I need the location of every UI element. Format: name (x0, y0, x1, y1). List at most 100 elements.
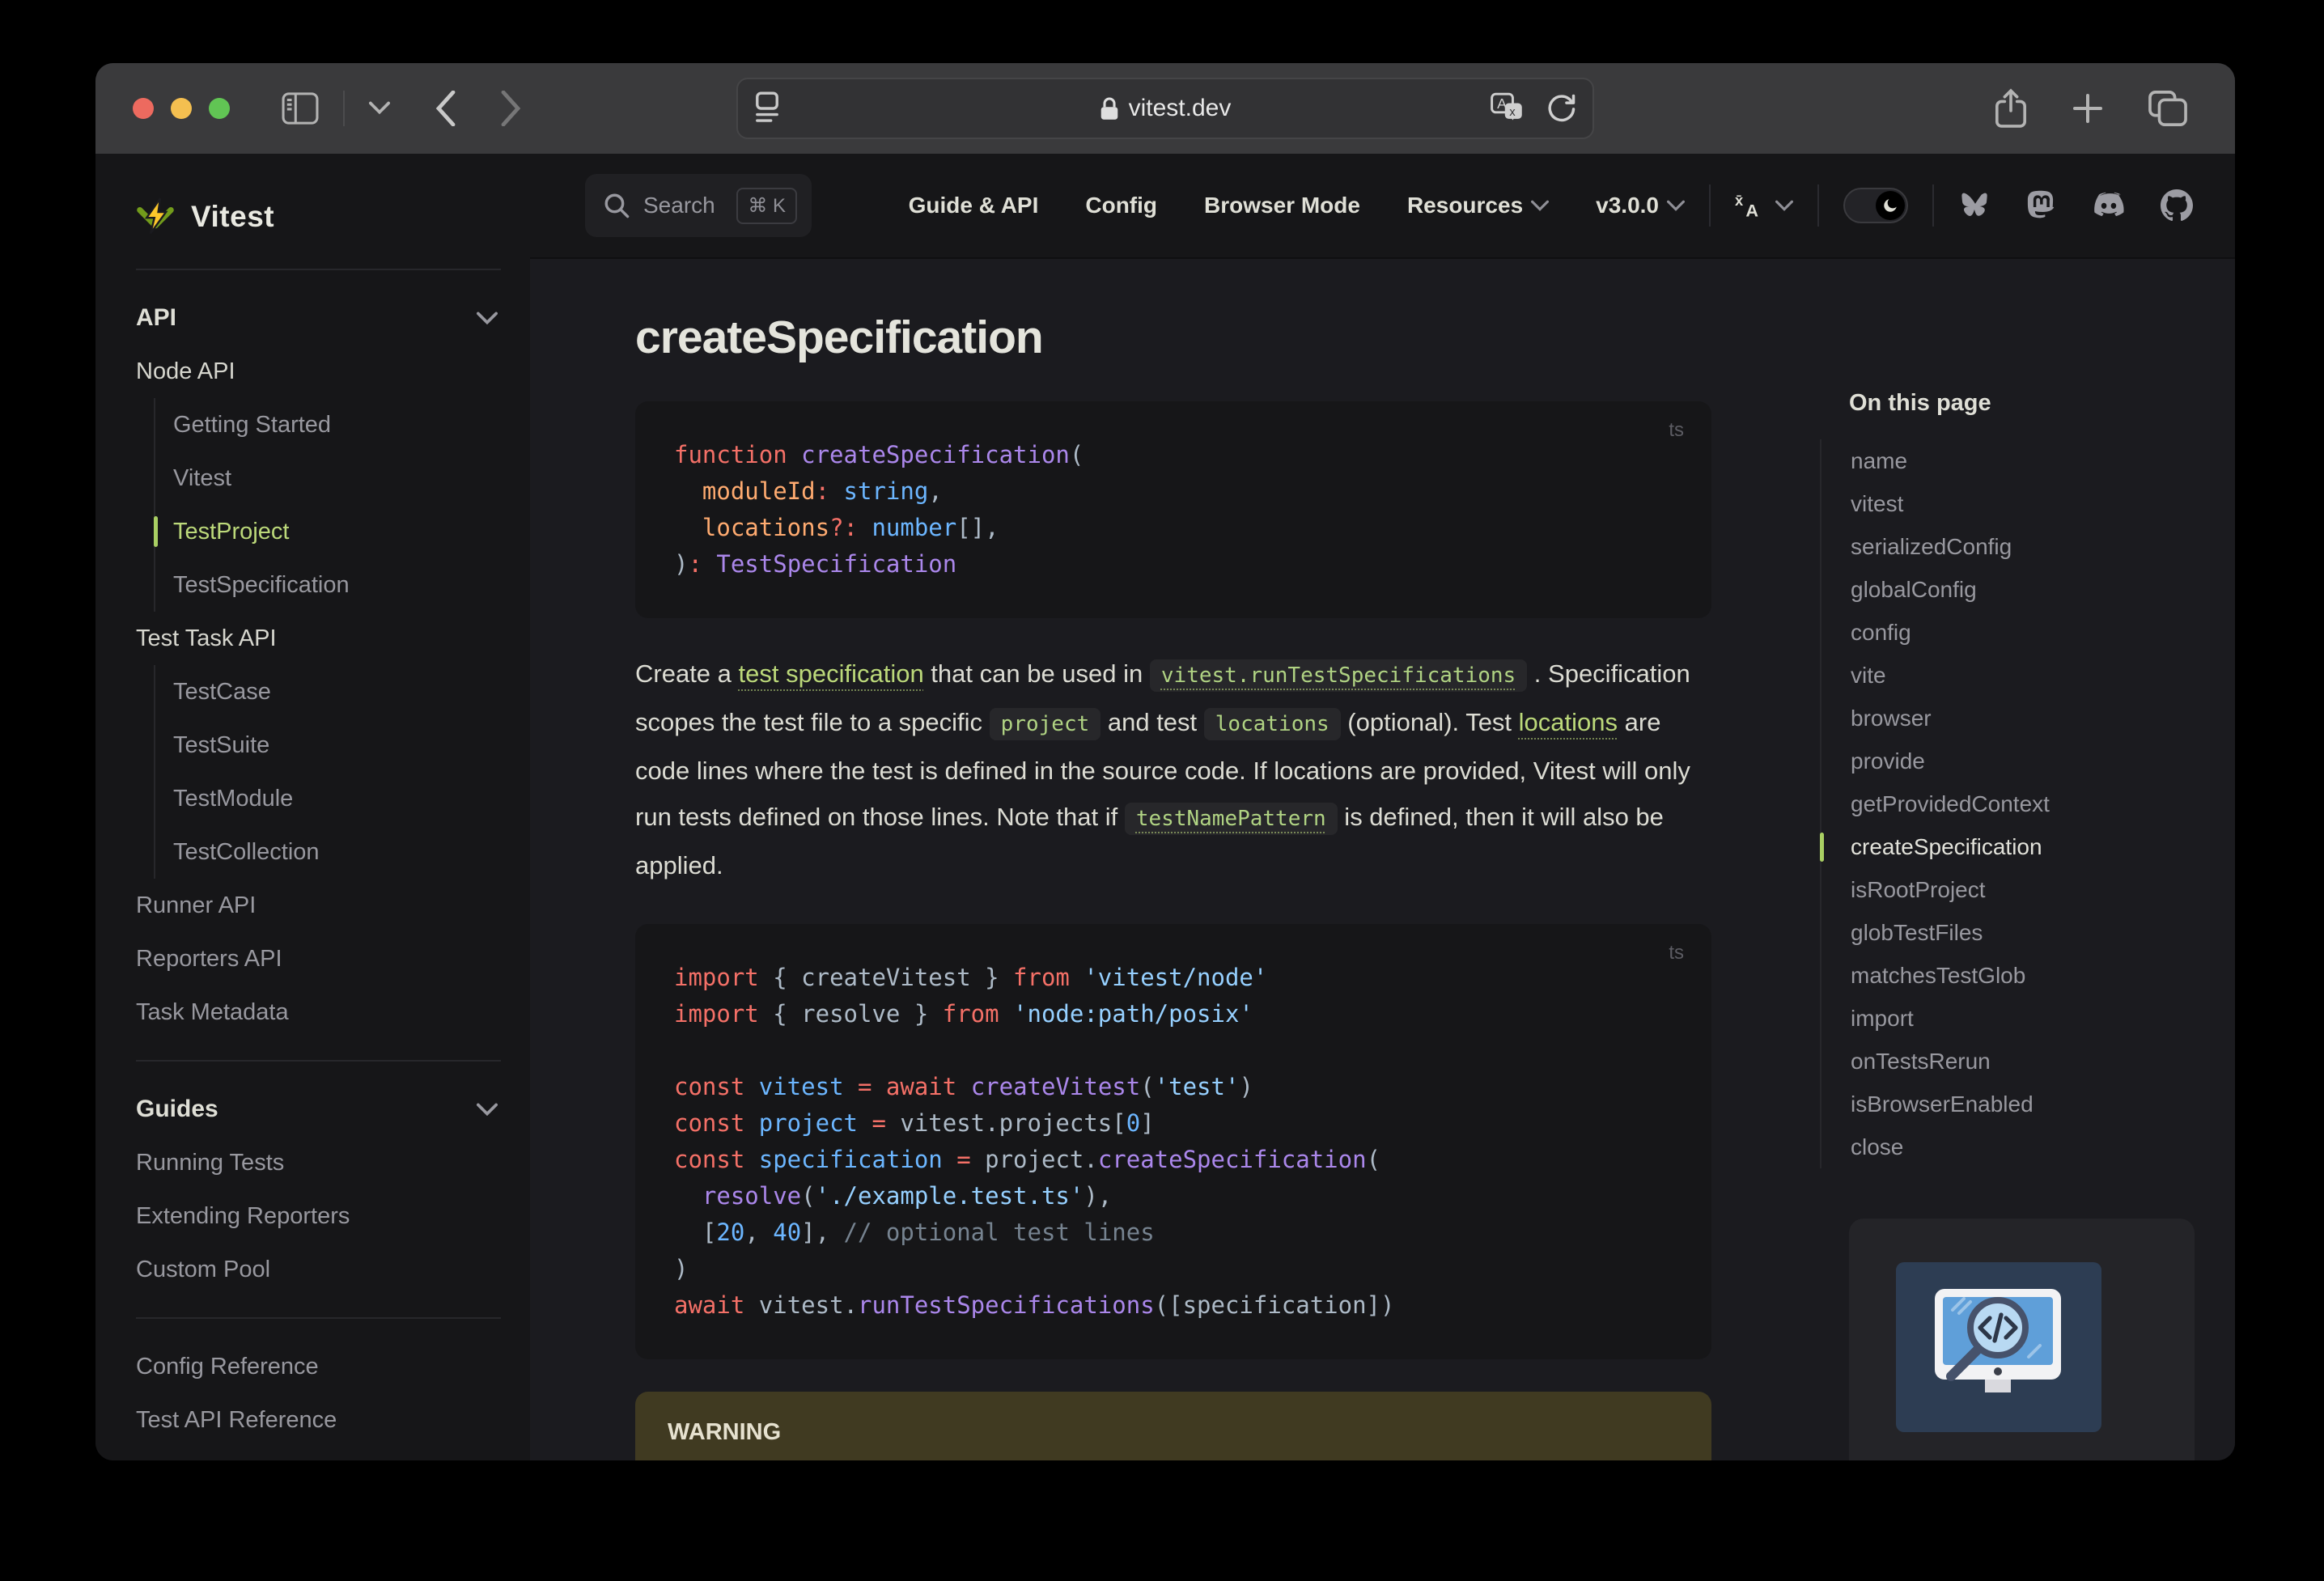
code-lang-badge: ts (1669, 942, 1684, 964)
sidebar-item-test-api-reference[interactable]: Test API Reference (136, 1393, 501, 1447)
toc-item-globalconfig[interactable]: globalConfig (1821, 568, 2200, 611)
toc-item-isrootproject[interactable]: isRootProject (1821, 868, 2200, 911)
sidebar-section-guides[interactable]: Guides (136, 1083, 501, 1136)
sidebar-section-api[interactable]: API (136, 291, 501, 345)
sidebar-item-test-task-api[interactable]: Test Task API (136, 612, 501, 665)
sidebar-divider (136, 1317, 501, 1319)
toc-item-provide[interactable]: provide (1821, 740, 2200, 782)
close-window-button[interactable] (133, 98, 154, 119)
toc-item-matchestestglob[interactable]: matchesTestGlob (1821, 954, 2200, 997)
chevron-down-icon (1531, 200, 1550, 211)
browser-window: vitest.dev A x Vitest API Node API Getti… (95, 63, 2235, 1460)
moon-icon (1884, 199, 1897, 212)
url-text: vitest.dev (1128, 95, 1232, 121)
forward-button-icon[interactable] (500, 91, 521, 126)
translate-icon: x̄ A (1735, 192, 1758, 220)
sidebar-item-runner-api[interactable]: Runner API (136, 879, 501, 932)
sidebar-item-custom-pool[interactable]: Custom Pool (136, 1243, 501, 1296)
sidebar-item-testspecification[interactable]: TestSpecification (173, 558, 501, 612)
toc-item-browser[interactable]: browser (1821, 697, 2200, 740)
code-block-signature[interactable]: ts function createSpecification( moduleI… (635, 401, 1711, 618)
translate-page-icon[interactable]: A x (1491, 92, 1525, 125)
navbar-divider (1817, 184, 1819, 227)
sidebar-item-testmodule[interactable]: TestModule (173, 772, 501, 825)
site-navbar: Search ⌘ K Guide & API Config Browser Mo… (530, 154, 2235, 259)
search-label: Search (643, 193, 715, 218)
search-button[interactable]: Search ⌘ K (585, 174, 812, 237)
bluesky-icon[interactable] (1958, 190, 1992, 221)
share-icon[interactable] (1994, 87, 2028, 129)
chevron-down-icon (477, 312, 498, 324)
sidebar-subgroup: TestCase TestSuite TestModule TestCollec… (154, 665, 501, 879)
sponsor-ad-card[interactable] (1849, 1219, 2195, 1460)
new-tab-icon[interactable] (2070, 91, 2106, 126)
zoom-window-button[interactable] (209, 98, 230, 119)
toc-item-close[interactable]: close (1821, 1125, 2200, 1168)
sidebar-section-label: API (136, 304, 177, 331)
toc-item-getprovidedcontext[interactable]: getProvidedContext (1821, 782, 2200, 825)
back-button-icon[interactable] (435, 91, 456, 126)
toc-item-ontestsrerun[interactable]: onTestsRerun (1821, 1040, 2200, 1083)
reload-icon[interactable] (1546, 91, 1576, 125)
nav-menu-version[interactable]: v3.0.0 (1596, 193, 1685, 218)
toc-item-vitest[interactable]: vitest (1821, 482, 2200, 525)
sidebar-toggle-icon[interactable] (282, 92, 319, 125)
toolbar-divider (343, 91, 345, 126)
vitest-logo[interactable]: Vitest (136, 186, 501, 248)
testnamepattern-code-link[interactable]: testNamePattern (1124, 803, 1338, 835)
toc-item-createspecification[interactable]: createSpecification (1820, 825, 2200, 868)
toc-item-isbrowserenabled[interactable]: isBrowserEnabled (1821, 1083, 2200, 1125)
theme-toggle[interactable] (1843, 188, 1908, 223)
chevron-down-icon (477, 1103, 498, 1116)
nav-link-guide-api[interactable]: Guide & API (909, 193, 1039, 218)
search-shortcut: ⌘ K (736, 187, 797, 224)
reader-view-icon[interactable] (754, 91, 780, 125)
toc-item-globtestfiles[interactable]: globTestFiles (1821, 911, 2200, 954)
language-menu[interactable]: x̄ A (1735, 190, 1793, 221)
warning-title: WARNING (668, 1419, 782, 1445)
warning-callout: WARNING createSpecification expects reso… (635, 1392, 1711, 1460)
toc-item-name[interactable]: name (1821, 439, 2200, 482)
sidebar-item-extending-reporters[interactable]: Extending Reporters (136, 1189, 501, 1243)
sidebar-item-running-tests[interactable]: Running Tests (136, 1136, 501, 1189)
svg-text:x: x (1509, 106, 1516, 119)
toc-item-vite[interactable]: vite (1821, 654, 2200, 697)
chevron-down-icon (1667, 200, 1685, 211)
sidebar-item-testsuite[interactable]: TestSuite (173, 718, 501, 772)
browser-titlebar: vitest.dev A x (95, 63, 2235, 154)
nav-link-browser-mode[interactable]: Browser Mode (1204, 193, 1360, 218)
minimize-window-button[interactable] (171, 98, 192, 119)
toc-item-config[interactable]: config (1821, 611, 2200, 654)
runtestspecifications-code-link[interactable]: vitest.runTestSpecifications (1149, 659, 1528, 692)
sidebar-item-node-api[interactable]: Node API (136, 345, 501, 398)
github-icon[interactable] (2161, 189, 2193, 222)
docs-sidebar: Vitest API Node API Getting Started Vite… (95, 154, 530, 1460)
code-search-illustration (1935, 1289, 2061, 1392)
sidebar-item-task-metadata[interactable]: Task Metadata (136, 985, 501, 1039)
nav-link-config[interactable]: Config (1085, 193, 1157, 218)
sidebar-item-reporters-api[interactable]: Reporters API (136, 932, 501, 985)
toc-item-serializedconfig[interactable]: serializedConfig (1821, 525, 2200, 568)
description-paragraph: Create a test specification that can be … (635, 659, 1690, 880)
toc-item-import[interactable]: import (1821, 997, 2200, 1040)
address-bar[interactable]: vitest.dev A x (736, 78, 1594, 139)
mastodon-icon[interactable] (2026, 189, 2057, 222)
sidebar-item-testcase[interactable]: TestCase (173, 665, 501, 718)
theme-toggle-knob (1876, 191, 1905, 220)
code-block-example[interactable]: ts import { createVitest } from 'vitest/… (635, 924, 1711, 1359)
on-this-page: On this page name vitest serializedConfi… (1820, 390, 2200, 1168)
sidebar-item-vitest[interactable]: Vitest (173, 451, 501, 505)
sidebar-subgroup: Getting Started Vitest TestProject TestS… (154, 398, 501, 612)
sidebar-item-getting-started[interactable]: Getting Started (173, 398, 501, 451)
svg-text:A: A (1745, 200, 1758, 220)
nav-menu-resources[interactable]: Resources (1407, 193, 1550, 218)
locations-link[interactable]: locations (1519, 708, 1618, 736)
sidebar-item-testcollection[interactable]: TestCollection (173, 825, 501, 879)
sidebar-menu-chevron-icon[interactable] (369, 101, 390, 116)
sidebar-section-label: Guides (136, 1096, 218, 1122)
tab-overview-icon[interactable] (2148, 90, 2188, 127)
test-specification-link[interactable]: test specification (739, 659, 924, 688)
discord-icon[interactable] (2091, 191, 2127, 220)
sidebar-item-testproject[interactable]: TestProject (154, 505, 501, 558)
sidebar-item-config-reference[interactable]: Config Reference (136, 1340, 501, 1393)
